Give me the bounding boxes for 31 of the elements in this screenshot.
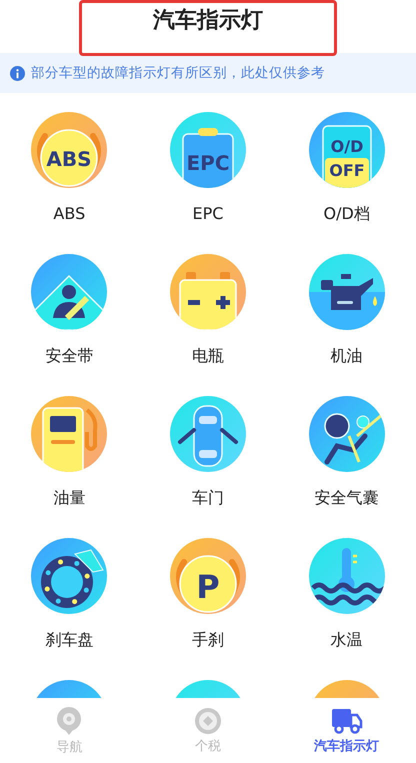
indicator-light-button[interactable]: 车门 [170,396,246,510]
truck-icon [330,706,363,734]
fuel-pump-icon [31,396,108,472]
seatbelt-icon [31,254,108,330]
info-icon [10,66,25,80]
indicator-light-button[interactable]: 安全带 [31,254,108,368]
indicator-light-button[interactable]: O/D OFF O/D档 [308,112,385,226]
indicator-light-button[interactable]: ABS ABS [31,112,108,226]
brake-disc-icon [31,538,108,614]
parking-brake-icon: P [170,538,246,614]
thermometer-water-icon [308,538,385,614]
page-title: 汽车指示灯 [153,7,263,35]
location-pin-icon [55,706,84,736]
indicator-light-button[interactable]: 电瓶 [170,254,246,368]
indicator-light-button[interactable]: 刹车盘 [31,538,108,652]
tab-bar-item[interactable]: 汽车指示灯 [277,698,416,763]
indicator-light-button[interactable]: 油量 [31,396,108,510]
indicator-light-button[interactable]: P 手刹 [170,538,246,652]
indicator-light-button[interactable]: 安全气囊 [308,396,385,510]
epc-warning-icon: EPC [170,112,246,188]
oil-can-icon [308,254,385,330]
indicator-light-button[interactable]: 机油 [308,254,385,368]
indicator-light-button[interactable]: EPC EPC [170,112,246,226]
indicator-light-button[interactable]: 水温 [308,538,385,652]
abs-warning-icon: ABS [31,112,108,188]
battery-icon [170,254,246,330]
coin-icon [194,706,222,734]
car-doors-icon [170,396,246,472]
overdrive-off-icon: O/D OFF [308,112,385,188]
airbag-icon [308,396,385,472]
notice-text: 部分车型的故障指示灯有所区别，此处仅供参考 [31,64,325,83]
